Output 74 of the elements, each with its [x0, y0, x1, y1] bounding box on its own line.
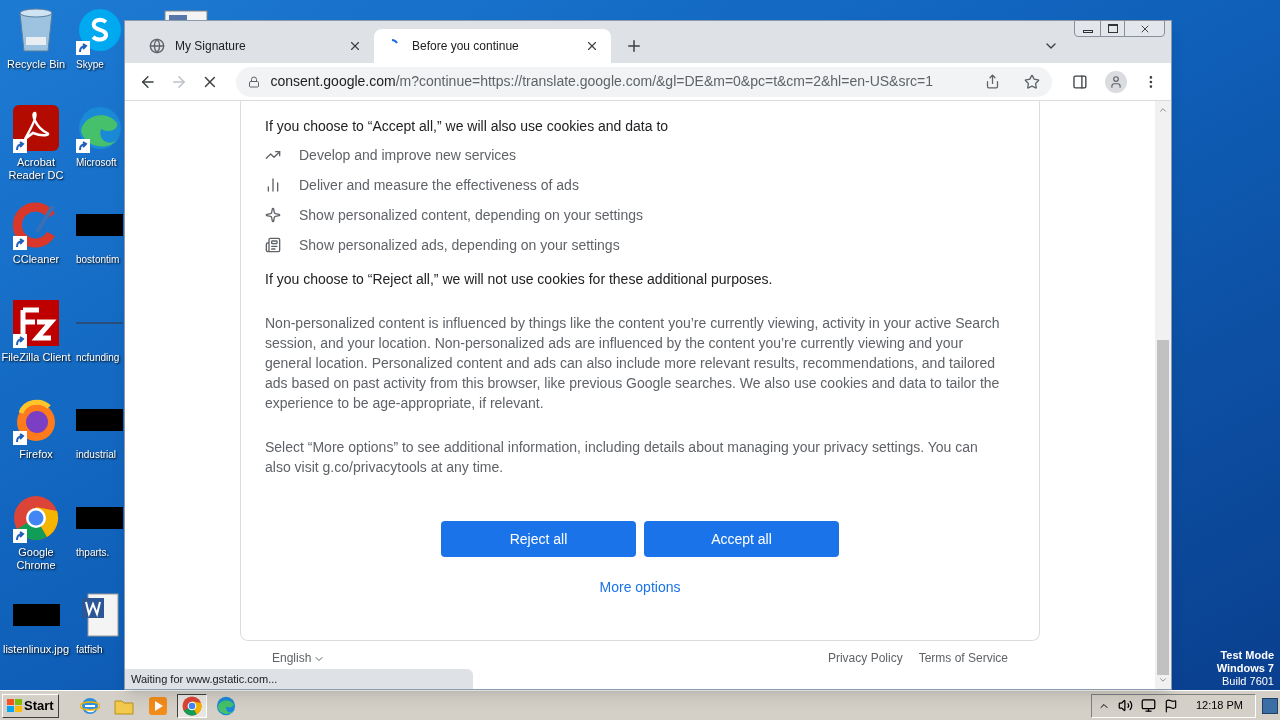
desktop-icon-label[interactable]: Skype	[75, 58, 104, 71]
intro-text: If you choose to “Accept all,” we will also use cookies and data to	[265, 117, 670, 136]
show-desktop-button[interactable]	[1262, 697, 1278, 714]
bookmark-star-icon[interactable]	[1023, 73, 1040, 90]
app-logo-icon	[76, 104, 123, 151]
scrollbar[interactable]	[1155, 101, 1171, 689]
desktop-icon-label[interactable]: bostontim	[75, 253, 120, 266]
network-icon[interactable]	[1140, 698, 1156, 713]
desktop-icon-label[interactable]: Firefox	[0, 448, 72, 461]
more-options-link[interactable]: More options	[591, 569, 689, 606]
desktop-icon-label[interactable]: FileZilla Client	[0, 350, 72, 364]
horizon-line-icon	[76, 320, 123, 325]
desktop-icon-label[interactable]: Google Chrome	[0, 545, 72, 572]
new-tab-icon[interactable]	[625, 37, 643, 55]
redaction-block	[76, 506, 123, 529]
status-bubble: Waiting for www.gstatic.com...	[125, 669, 473, 689]
speaker-icon[interactable]	[1117, 698, 1133, 713]
language-selector[interactable]: English	[272, 652, 326, 665]
desktop-icon-label[interactable]: thparts.	[75, 545, 110, 559]
tab-title: My Signature	[175, 38, 247, 55]
footer-link[interactable]: Privacy Policy	[827, 652, 903, 665]
side-panel-icon[interactable]	[1071, 73, 1088, 90]
desktop-icon-label[interactable]: CCleaner	[0, 253, 72, 266]
bar-chart-icon	[265, 177, 281, 193]
newspaper-icon	[265, 237, 281, 253]
scrollbar-thumb[interactable]	[1157, 340, 1169, 676]
start-button[interactable]: Start	[2, 693, 59, 718]
app-logo-icon	[13, 299, 59, 346]
app-logo-icon	[76, 7, 123, 53]
sparkle-icon	[265, 207, 281, 223]
browser-tab[interactable]: My Signature	[137, 29, 374, 63]
reject-note: If you choose to “Reject all,” we will not use cookies for these additional purposes.	[265, 270, 774, 289]
desktop-icon-label[interactable]: Acrobat Reader DC	[0, 155, 72, 182]
flag-icon[interactable]	[1163, 698, 1178, 713]
desktop-icon-label[interactable]: Recycle Bin	[0, 58, 72, 71]
desktop-icon-label[interactable]: Microsoft	[75, 155, 117, 169]
url-text: consent.google.com/m?continue=https://translate.google.com/&gl=DE&m=0&pc=t&cm=2&hl=en-US&src=1	[270, 72, 935, 91]
purpose-text: Develop and improve new services	[299, 145, 517, 165]
app-logo-icon	[13, 104, 59, 151]
globe-e-icon[interactable]	[79, 695, 100, 716]
redaction-block	[76, 409, 123, 431]
close-icon[interactable]	[585, 39, 599, 53]
document-icon	[79, 592, 120, 638]
app-logo-icon[interactable]	[181, 695, 202, 716]
info-paragraph: Non-personalized content is influenced by things like the content you’re currently viewing, activity in your active Search session, and your location. Non-personalized ads are influenced by the content you’re currently viewing and your general location. Personalized content and ads can also include more relevant results, recommendations, and tailored ads based on past activity from this browser, like previous Google searches. We also use cookies and data to tailor the experience to be age-appropriate, if relevant.	[265, 314, 1000, 413]
lock-icon	[248, 75, 261, 88]
desktop-icon-label[interactable]: listenlinux.jpg	[0, 643, 72, 656]
system-notice-text: Test Mode	[1220, 649, 1274, 662]
desktop-icon-label[interactable]: industrial	[75, 448, 117, 461]
address-bar[interactable]: consent.google.com/m?continue=https://translate.google.com/&gl=DE&m=0&pc=t&cm=2&hl=en-US&src=1	[236, 66, 1052, 97]
info-paragraph: Select “More options” to see additional information, including details about managing your privacy settings. You can also visit g.co/privacytools at any time.	[265, 438, 979, 477]
four-squares-logo-icon	[7, 699, 22, 712]
consent-button[interactable]: Accept all	[644, 521, 839, 557]
footer-link[interactable]: Terms of Service	[918, 652, 1008, 665]
play-icon[interactable]	[148, 696, 167, 715]
close-icon[interactable]	[348, 39, 362, 53]
app-logo-icon	[13, 494, 59, 541]
system-notice-text: Windows 7	[1216, 662, 1274, 675]
redaction-block	[12, 604, 60, 626]
desktop-icon-label[interactable]: ncfunding	[75, 350, 120, 364]
consent-button[interactable]: Reject all	[441, 521, 636, 557]
profile-avatar[interactable]	[1105, 70, 1128, 93]
tab-title: Before you continue	[412, 38, 520, 55]
browser-tab[interactable]: Before you continue	[374, 29, 611, 63]
app-logo-icon[interactable]	[215, 695, 236, 716]
desktop-icon-label[interactable]: fatfish	[75, 643, 103, 656]
purpose-text: Deliver and measure the effectiveness of ads	[299, 175, 579, 195]
purpose-text: Show personalized ads, depending on your settings	[299, 235, 620, 255]
redaction-block	[76, 214, 123, 236]
trash-can-icon	[16, 7, 56, 53]
purpose-text: Show personalized content, depending on your settings	[299, 205, 643, 225]
share-icon[interactable]	[984, 74, 1000, 89]
clock-text[interactable]: 12:18 PM	[1195, 697, 1243, 714]
system-notice-text: Build 7601	[1222, 675, 1274, 688]
